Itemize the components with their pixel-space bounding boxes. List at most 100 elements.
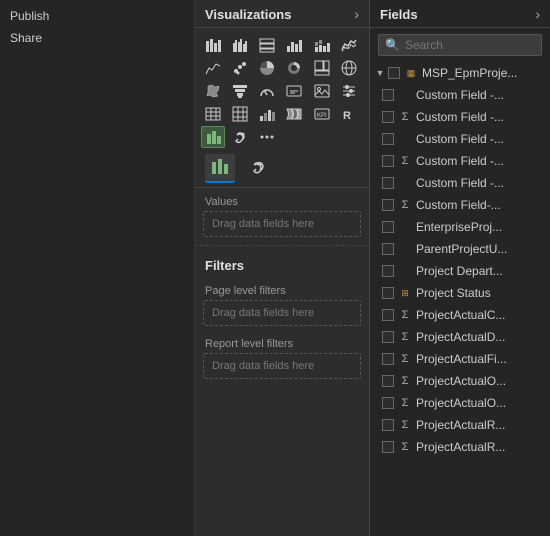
field-checkbox-13[interactable] (382, 375, 394, 387)
viz-icon-funnel[interactable] (228, 80, 252, 102)
field-name-1: Custom Field -... (416, 110, 504, 124)
field-row[interactable]: ParentProjectU... (370, 238, 550, 260)
field-type-icon-3: Σ (398, 154, 412, 168)
field-row[interactable]: EnterpriseProj... (370, 216, 550, 238)
viz-icon-r-visual[interactable]: R (337, 103, 361, 125)
fields-header: Fields › (370, 0, 550, 28)
field-checkbox-2[interactable] (382, 133, 394, 145)
viz-icon-column[interactable] (282, 34, 306, 56)
tab-link[interactable] (243, 155, 273, 182)
viz-icon-treemap[interactable] (310, 57, 334, 79)
viz-icon-slicer[interactable] (337, 80, 361, 102)
field-row[interactable]: Custom Field -... (370, 172, 550, 194)
field-type-icon-12: Σ (398, 352, 412, 366)
viz-icon-waterfall[interactable] (255, 103, 279, 125)
viz-icon-donut[interactable] (282, 57, 306, 79)
viz-icon-stacked-bar[interactable] (201, 34, 225, 56)
fields-chevron-icon[interactable]: › (535, 6, 540, 22)
viz-icon-image[interactable] (310, 80, 334, 102)
field-row[interactable]: Σ Custom Field -... (370, 106, 550, 128)
field-checkbox-8[interactable] (382, 265, 394, 277)
viz-icon-active-bar[interactable] (201, 126, 225, 148)
report-drop-zone[interactable]: Drag data fields here (203, 353, 361, 379)
viz-header: Visualizations › (195, 0, 369, 28)
field-name-8: Project Depart... (416, 264, 503, 278)
field-row[interactable]: Σ ProjectActualR... (370, 436, 550, 458)
field-type-icon-10: Σ (398, 308, 412, 322)
field-row[interactable]: Σ ProjectActualR... (370, 414, 550, 436)
field-type-icon-15: Σ (398, 418, 412, 432)
viz-icon-more[interactable] (255, 126, 279, 148)
viz-icon-matrix[interactable] (228, 103, 252, 125)
field-checkbox-9[interactable] (382, 287, 394, 299)
field-type-icon-16: Σ (398, 440, 412, 454)
viz-icon-stacked-column[interactable] (310, 34, 334, 56)
viz-icon-map[interactable] (337, 57, 361, 79)
field-name-12: ProjectActualFi... (416, 352, 507, 366)
field-name-10: ProjectActualC... (416, 308, 505, 322)
viz-icon-kpi[interactable]: KPI (310, 103, 334, 125)
field-type-icon-6 (398, 220, 412, 234)
field-group-msp[interactable]: ▼ ▦ MSP_EpmProje... (370, 62, 550, 84)
viz-icon-area[interactable] (201, 57, 225, 79)
field-name-3: Custom Field -... (416, 154, 504, 168)
viz-icon-scatter[interactable] (228, 57, 252, 79)
field-name-15: ProjectActualR... (416, 418, 505, 432)
viz-icon-pie[interactable] (255, 57, 279, 79)
group-checkbox[interactable] (388, 67, 400, 79)
search-icon: 🔍 (385, 38, 400, 52)
field-row[interactable]: Σ ProjectActualO... (370, 370, 550, 392)
field-row[interactable]: Σ ProjectActualO... (370, 392, 550, 414)
viz-icon-card[interactable] (282, 80, 306, 102)
viz-title: Visualizations (205, 7, 291, 22)
field-type-icon-2 (398, 132, 412, 146)
field-type-icon-7 (398, 242, 412, 256)
field-row[interactable]: Custom Field -... (370, 84, 550, 106)
field-checkbox-5[interactable] (382, 199, 394, 211)
field-row[interactable]: ⊞ Project Status (370, 282, 550, 304)
field-row[interactable]: Custom Field -... (370, 128, 550, 150)
viz-icon-ribbon[interactable] (282, 103, 306, 125)
values-drop-zone[interactable]: Drag data fields here (203, 211, 361, 237)
values-label: Values (195, 188, 369, 211)
viz-icon-line-chart[interactable] (337, 34, 361, 56)
field-checkbox-10[interactable] (382, 309, 394, 321)
group-name: MSP_EpmProje... (422, 66, 517, 80)
field-type-icon-11: Σ (398, 330, 412, 344)
viz-icon-table[interactable] (201, 103, 225, 125)
field-checkbox-7[interactable] (382, 243, 394, 255)
field-row[interactable]: Σ ProjectActualC... (370, 304, 550, 326)
table-icon: ▦ (404, 66, 418, 80)
field-checkbox-14[interactable] (382, 397, 394, 409)
fields-panel: Fields › 🔍 ▼ ▦ MSP_EpmProje... Custom Fi… (370, 0, 550, 536)
viz-icon-100-bar[interactable] (255, 34, 279, 56)
page-drop-zone[interactable]: Drag data fields here (203, 300, 361, 326)
field-row[interactable]: Project Depart... (370, 260, 550, 282)
search-box[interactable]: 🔍 (378, 34, 542, 56)
field-checkbox-1[interactable] (382, 111, 394, 123)
field-row[interactable]: Σ ProjectActualD... (370, 326, 550, 348)
field-row[interactable]: Σ Custom Field-... (370, 194, 550, 216)
viz-chevron-icon[interactable]: › (354, 6, 359, 22)
field-checkbox-15[interactable] (382, 419, 394, 431)
tab-bar-chart[interactable] (205, 154, 235, 183)
field-checkbox-6[interactable] (382, 221, 394, 233)
field-row[interactable]: Σ Custom Field -... (370, 150, 550, 172)
field-checkbox-16[interactable] (382, 441, 394, 453)
publish-button[interactable]: Publish (0, 5, 194, 27)
field-checkbox-0[interactable] (382, 89, 394, 101)
field-checkbox-3[interactable] (382, 155, 394, 167)
field-checkbox-11[interactable] (382, 331, 394, 343)
field-checkbox-12[interactable] (382, 353, 394, 365)
field-checkbox-4[interactable] (382, 177, 394, 189)
field-name-2: Custom Field -... (416, 132, 504, 146)
fields-title: Fields (380, 7, 418, 22)
share-button[interactable]: Share (0, 27, 194, 49)
viz-icon-clustered-bar[interactable] (228, 34, 252, 56)
svg-text:R: R (343, 110, 351, 122)
viz-icon-gauge[interactable] (255, 80, 279, 102)
viz-icon-link2[interactable] (228, 126, 252, 148)
field-row[interactable]: Σ ProjectActualFi... (370, 348, 550, 370)
viz-icon-filled-map[interactable] (201, 80, 225, 102)
search-input[interactable] (405, 38, 535, 52)
